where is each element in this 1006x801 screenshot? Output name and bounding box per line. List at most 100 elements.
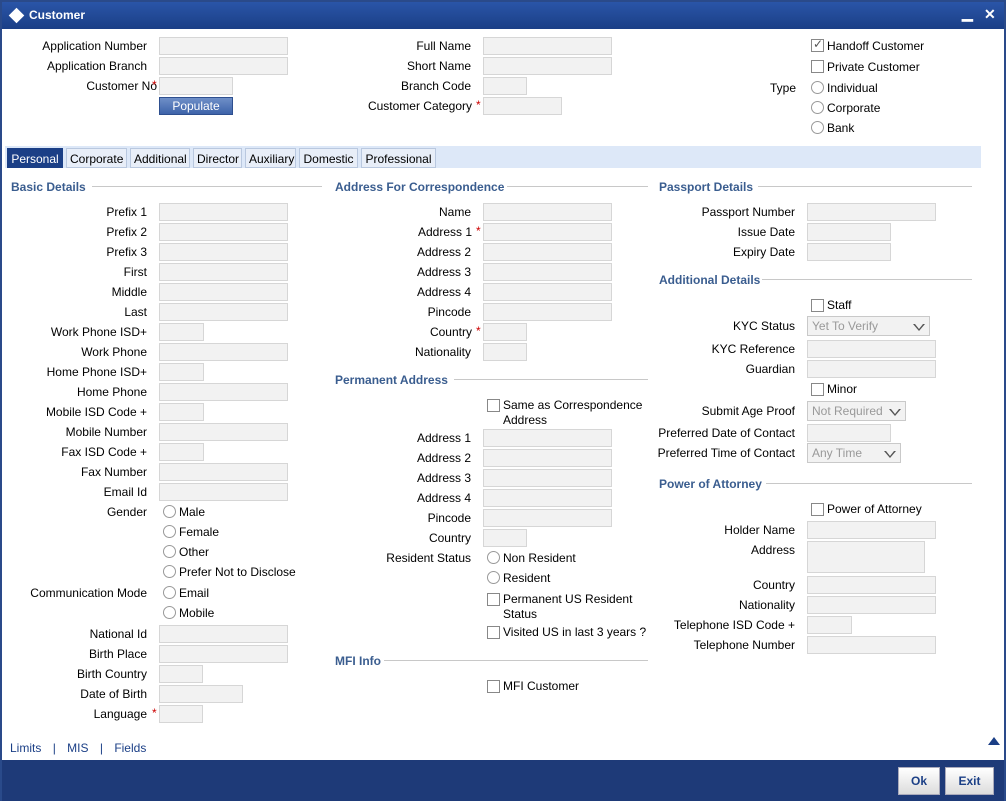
corr-nationality-input[interactable] [483, 343, 527, 361]
mobile-isd-input[interactable] [159, 403, 204, 421]
tab-corporate[interactable]: Corporate [66, 148, 127, 168]
birth-country-input[interactable] [159, 665, 203, 683]
guardian-input[interactable] [807, 360, 936, 378]
poa-nationality-input[interactable] [807, 596, 936, 614]
gender-other-radio[interactable] [163, 545, 176, 558]
poa-address-label: Address [750, 543, 795, 557]
customer-category-input[interactable] [483, 97, 562, 115]
prefix2-input[interactable] [159, 223, 288, 241]
passport-number-input[interactable] [807, 203, 936, 221]
home-phone-input[interactable] [159, 383, 288, 401]
language-input[interactable] [159, 705, 203, 723]
first-name-input[interactable] [159, 263, 288, 281]
poa-address-textarea[interactable] [807, 541, 925, 573]
last-name-input[interactable] [159, 303, 288, 321]
prefix3-input[interactable] [159, 243, 288, 261]
poa-country-input[interactable] [807, 576, 936, 594]
date-of-birth-input[interactable] [159, 685, 243, 703]
corr-address2-input[interactable] [483, 243, 612, 261]
tab-professional[interactable]: Professional [361, 148, 436, 168]
exit-button[interactable]: Exit [945, 767, 994, 795]
same-as-correspondence-checkbox[interactable] [487, 399, 500, 412]
corr-pincode-input[interactable] [483, 303, 612, 321]
tab-domestic[interactable]: Domestic [299, 148, 358, 168]
preferred-date-input[interactable] [807, 424, 891, 442]
private-customer-label: Private Customer [827, 60, 920, 74]
expiry-date-input[interactable] [807, 243, 891, 261]
application-branch-input[interactable] [159, 57, 288, 75]
minor-checkbox[interactable] [811, 383, 824, 396]
perm-pincode-input[interactable] [483, 509, 612, 527]
tab-additional[interactable]: Additional [130, 148, 190, 168]
mobile-number-input[interactable] [159, 423, 288, 441]
middle-name-input[interactable] [159, 283, 288, 301]
diamond-icon [8, 7, 25, 24]
fax-number-input[interactable] [159, 463, 288, 481]
perm-country-input[interactable] [483, 529, 527, 547]
comm-email-radio[interactable] [163, 586, 176, 599]
non-resident-radio[interactable] [487, 551, 500, 564]
short-name-input[interactable] [483, 57, 612, 75]
permanent-us-resident-checkbox[interactable] [487, 593, 500, 606]
email-id-label: Email Id [103, 485, 147, 499]
resident-label: Resident [503, 571, 551, 585]
perm-address2-input[interactable] [483, 449, 612, 467]
tab-auxiliary[interactable]: Auxiliary [245, 148, 296, 168]
populate-button[interactable]: Populate [159, 97, 233, 115]
handoff-customer-checkbox[interactable] [811, 37, 824, 52]
resident-radio[interactable] [487, 571, 500, 584]
preferred-time-select[interactable]: Any Time [807, 443, 901, 463]
branch-code-input[interactable] [483, 77, 527, 95]
email-id-input[interactable] [159, 483, 288, 501]
national-id-input[interactable] [159, 625, 288, 643]
visited-us-checkbox[interactable] [487, 626, 500, 639]
minimize-button[interactable]: ▁ [962, 5, 973, 21]
birth-place-input[interactable] [159, 645, 288, 663]
application-number-input[interactable] [159, 37, 288, 55]
ok-button[interactable]: Ok [898, 767, 940, 795]
home-phone-isd-input[interactable] [159, 363, 204, 381]
private-customer-checkbox[interactable] [811, 60, 824, 73]
gender-female-radio[interactable] [163, 525, 176, 538]
fax-isd-input[interactable] [159, 443, 204, 461]
telephone-number-input[interactable] [807, 636, 936, 654]
submit-age-proof-select[interactable]: Not Required [807, 401, 906, 421]
tab-personal[interactable]: Personal [7, 148, 63, 168]
staff-checkbox[interactable] [811, 299, 824, 312]
corr-address4-input[interactable] [483, 283, 612, 301]
corr-country-input[interactable] [483, 323, 527, 341]
issue-date-input[interactable] [807, 223, 891, 241]
perm-address4-input[interactable] [483, 489, 612, 507]
corr-address3-input[interactable] [483, 263, 612, 281]
mis-link[interactable]: MIS [67, 741, 88, 755]
type-corporate-radio[interactable] [811, 101, 824, 114]
customer-no-input[interactable] [159, 77, 233, 95]
permanent-us-resident-label-2: Status [503, 607, 538, 621]
mobile-number-label: Mobile Number [65, 425, 147, 439]
holder-name-input[interactable] [807, 521, 936, 539]
corr-name-input[interactable] [483, 203, 612, 221]
fields-link[interactable]: Fields [114, 741, 146, 755]
mfi-customer-checkbox[interactable] [487, 680, 500, 693]
prefix1-input[interactable] [159, 203, 288, 221]
kyc-reference-input[interactable] [807, 340, 936, 358]
close-button[interactable]: ✕ [984, 6, 996, 22]
full-name-input[interactable] [483, 37, 612, 55]
telephone-isd-label: Telephone ISD Code + [673, 618, 795, 632]
limits-link[interactable]: Limits [10, 741, 41, 755]
work-phone-input[interactable] [159, 343, 288, 361]
kyc-status-select[interactable]: Yet To Verify [807, 316, 930, 336]
type-individual-radio[interactable] [811, 81, 824, 94]
corr-address1-input[interactable] [483, 223, 612, 241]
perm-address1-input[interactable] [483, 429, 612, 447]
gender-undisclosed-radio[interactable] [163, 565, 176, 578]
type-bank-radio[interactable] [811, 121, 824, 134]
tab-director[interactable]: Director [193, 148, 242, 168]
gender-male-radio[interactable] [163, 505, 176, 518]
work-phone-isd-input[interactable] [159, 323, 204, 341]
telephone-isd-input[interactable] [807, 616, 852, 634]
perm-address3-input[interactable] [483, 469, 612, 487]
scroll-up-icon[interactable] [988, 737, 1000, 745]
power-of-attorney-checkbox[interactable] [811, 503, 824, 516]
comm-mobile-radio[interactable] [163, 606, 176, 619]
